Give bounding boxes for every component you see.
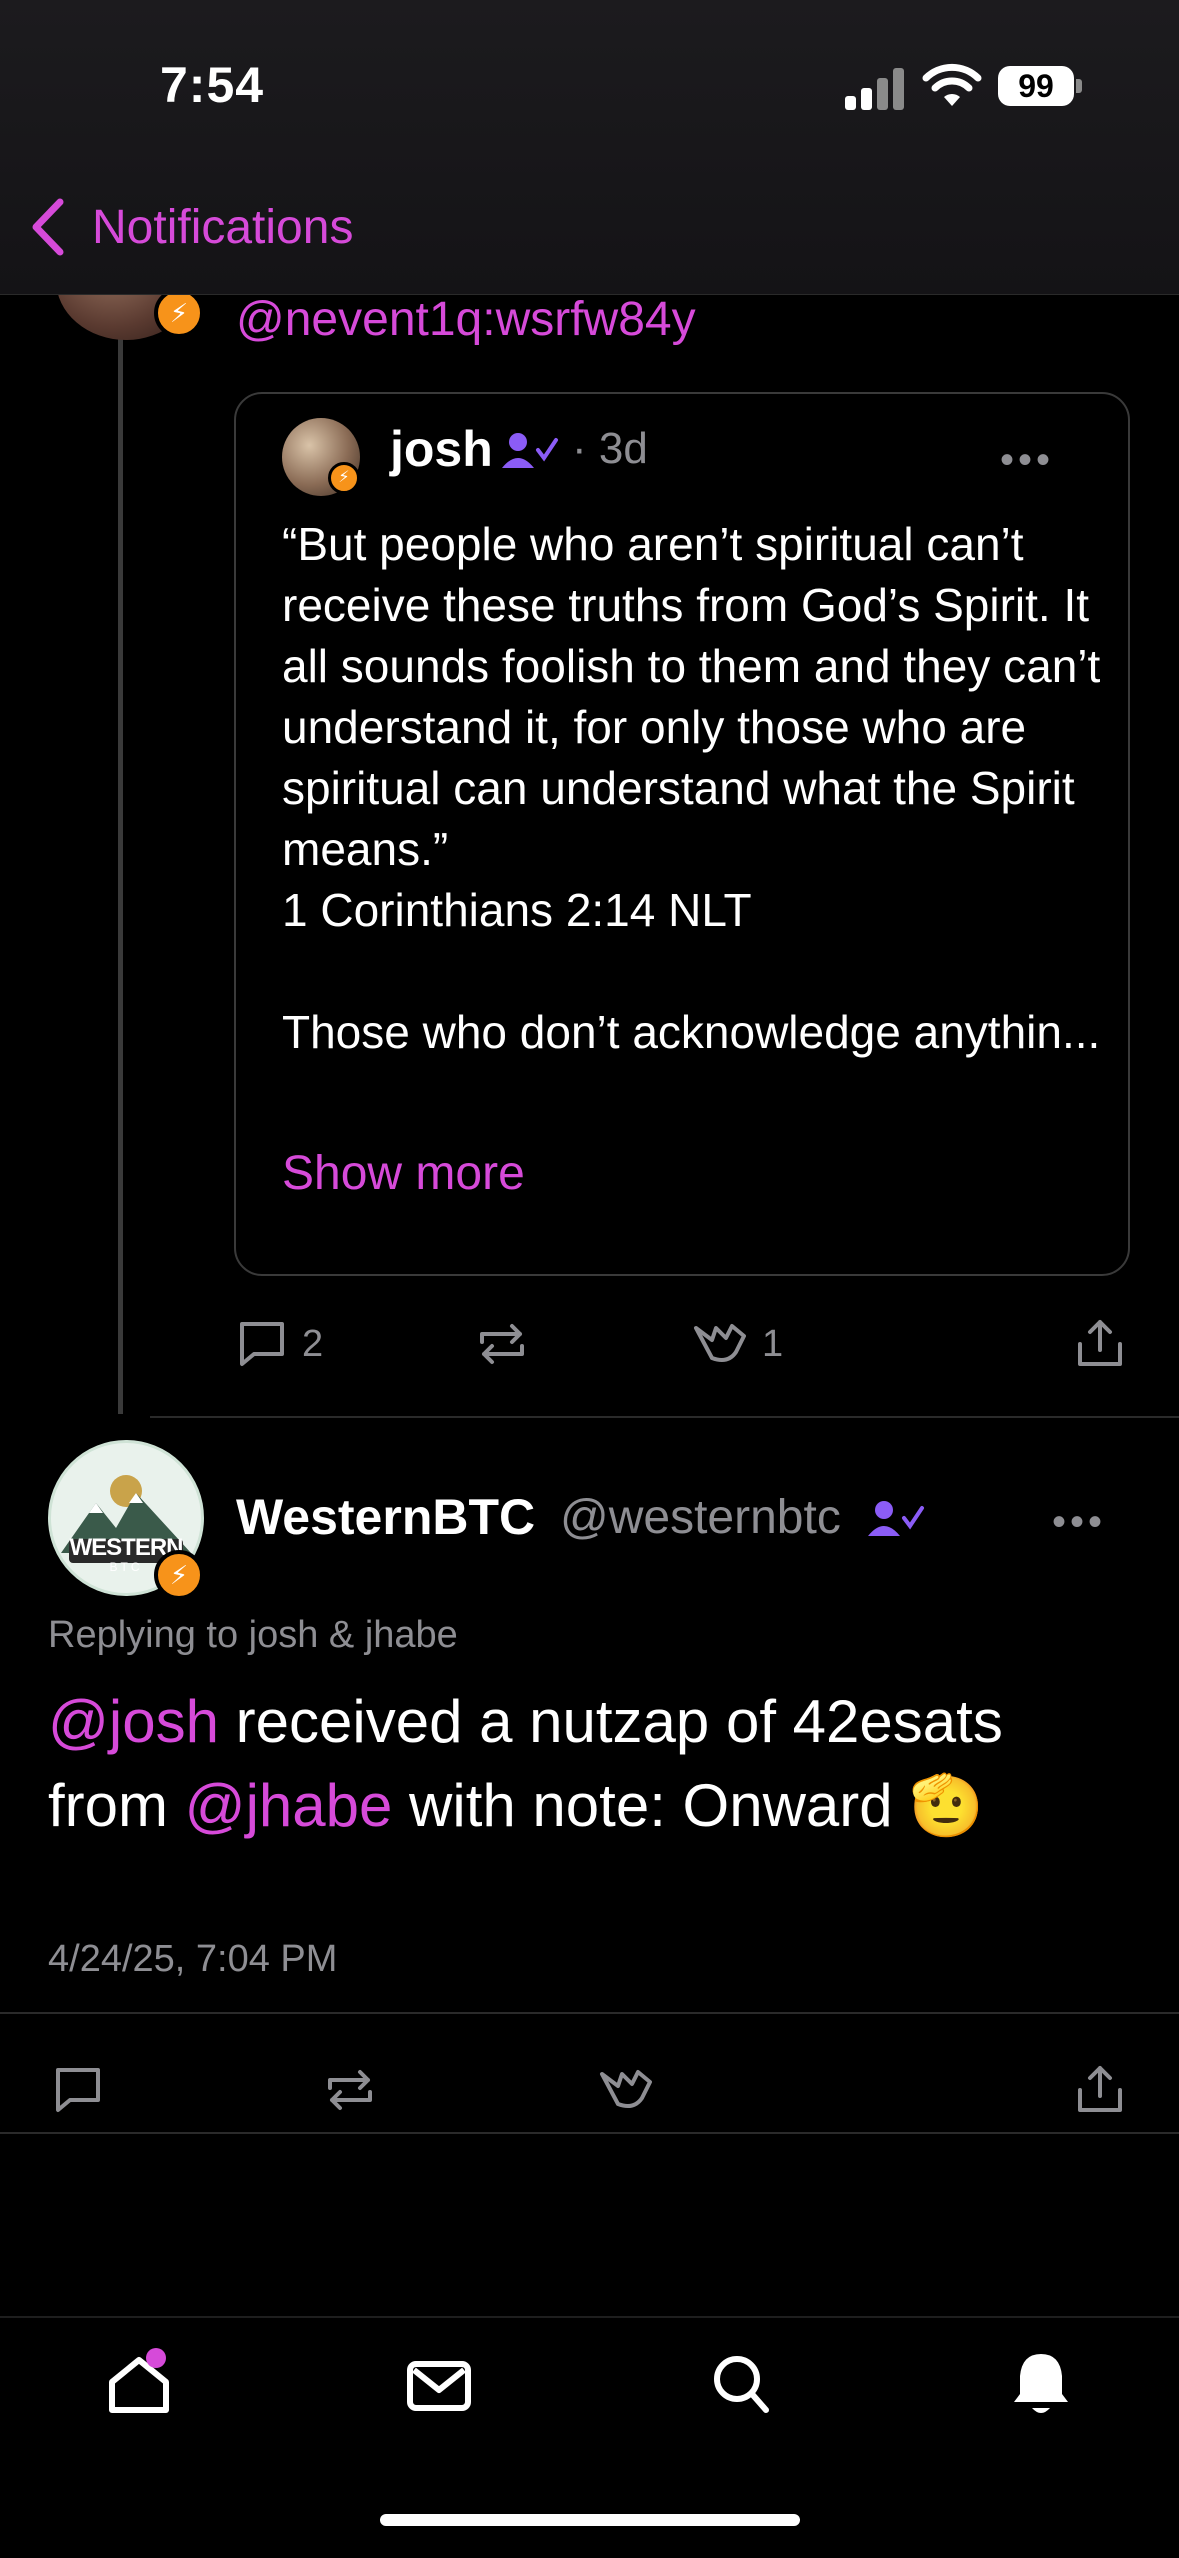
back-chevron-icon[interactable]	[28, 198, 68, 256]
zap-hand-icon[interactable]	[598, 2064, 654, 2116]
lightning-badge-icon: ⚡	[328, 462, 360, 494]
reply-icon	[240, 1322, 284, 1366]
mail-icon[interactable]	[406, 2360, 472, 2412]
nevent-link[interactable]: @nevent1q:wsrfw84y	[236, 292, 696, 347]
divider	[150, 1416, 1179, 1418]
lightning-badge-icon: ⚡	[154, 1550, 204, 1600]
bell-icon[interactable]	[1010, 2350, 1072, 2420]
replying-to: Replying to josh & jhabe	[48, 1614, 458, 1656]
unread-dot	[146, 2348, 166, 2368]
salute-emoji: 🫡	[909, 1772, 985, 1839]
reply-button[interactable]: 2	[236, 1318, 323, 1370]
thread-line	[118, 294, 123, 1414]
quote-author-name[interactable]: josh	[390, 420, 493, 478]
mention-josh[interactable]: @josh	[48, 1688, 219, 1755]
zap-count: 1	[762, 1322, 784, 1365]
zap-hand-icon	[694, 1324, 746, 1362]
home-indicator	[380, 2514, 800, 2526]
verified-user-icon	[502, 433, 558, 468]
author-handle[interactable]: @westernbtc	[560, 1490, 841, 1545]
reply-icon[interactable]	[52, 2064, 104, 2116]
signal-icon	[845, 65, 905, 110]
back-button[interactable]: Notifications	[92, 200, 353, 255]
author-name[interactable]: WesternBTC	[236, 1488, 535, 1546]
repost-icon[interactable]	[322, 2064, 378, 2116]
lightning-badge-icon: ⚡	[154, 288, 204, 338]
post-timestamp: 4/24/25, 7:04 PM	[48, 1938, 338, 1980]
share-icon[interactable]	[1074, 2062, 1126, 2116]
quote-text: “But people who aren’t spiritual can’t r…	[282, 518, 1101, 1058]
share-icon[interactable]	[1074, 1316, 1126, 1370]
mention-jhabe[interactable]: @jhabe	[185, 1772, 393, 1839]
verified-user-icon	[868, 1501, 924, 1536]
search-icon[interactable]	[710, 2352, 772, 2416]
show-more-link[interactable]: Show more	[282, 1146, 525, 1201]
status-time: 7:54	[160, 57, 265, 113]
zap-button[interactable]: 1	[692, 1318, 783, 1370]
repost-button[interactable]	[474, 1318, 530, 1370]
repost-icon	[480, 1324, 524, 1364]
battery-indicator: 99	[998, 66, 1074, 106]
wifi-icon	[922, 63, 982, 106]
quote-age: · 3d	[572, 424, 648, 473]
more-options-icon[interactable]: •••	[1052, 1500, 1106, 1545]
more-options-icon[interactable]: •••	[1000, 438, 1054, 483]
post-text: @josh received a nutzap of 42esats from …	[48, 1688, 1003, 1839]
reply-count: 2	[302, 1322, 324, 1365]
divider	[0, 2012, 1179, 2014]
divider	[0, 2132, 1179, 2134]
battery-tip	[1076, 79, 1082, 93]
